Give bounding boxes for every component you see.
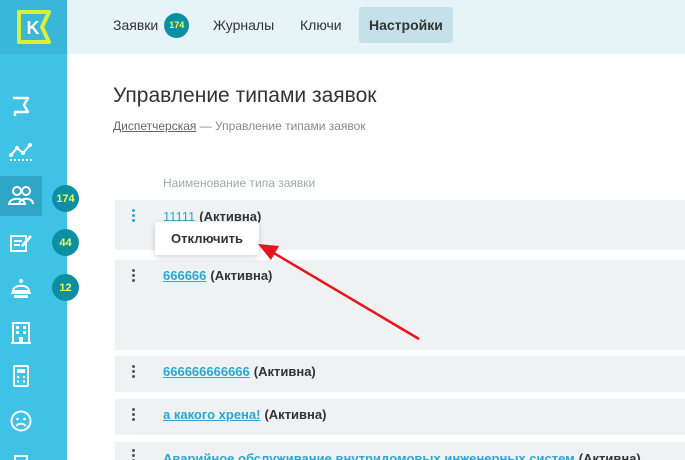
sidebar: K 174 44 12: [0, 0, 79, 460]
svg-text:K: K: [26, 18, 39, 38]
edit-icon: [10, 235, 32, 252]
building-icon: [11, 322, 31, 344]
sidebar-badge-journals: 44: [52, 229, 79, 256]
row-menu-icon[interactable]: [132, 449, 136, 460]
tab-requests[interactable]: Заявки 174: [103, 7, 199, 43]
tab-settings[interactable]: Настройки: [359, 7, 453, 43]
sidebar-item-bell[interactable]: [0, 270, 42, 306]
sidebar-badge-users: 174: [52, 185, 79, 212]
table-row: 666666 (Активна): [115, 260, 685, 350]
row-name-link[interactable]: Аварийное обслуживание внутридомовых инж…: [163, 451, 575, 460]
document-icon: [14, 455, 28, 460]
top-nav: Заявки 174 Журналы Ключи Настройки: [67, 0, 685, 54]
row-menu-icon[interactable]: [132, 408, 136, 421]
row-menu-icon[interactable]: [132, 269, 136, 282]
sidebar-item-flag[interactable]: [0, 88, 42, 124]
table-row: Аварийное обслуживание внутридомовых инж…: [115, 442, 685, 460]
row-status: (Активна): [253, 364, 316, 379]
breadcrumb-link-dispatcher[interactable]: Диспетчерская: [113, 119, 196, 133]
row-status: (Активна): [264, 407, 327, 422]
breadcrumb: Диспетчерская — Управление типами заявок: [113, 119, 366, 133]
tab-requests-badge: 174: [164, 12, 190, 38]
sidebar-item-building[interactable]: [0, 314, 42, 350]
sidebar-item-edit[interactable]: [0, 225, 42, 261]
table-row: а какого хрена! (Активна): [115, 399, 685, 435]
sidebar-badge-keys: 12: [52, 274, 79, 301]
disable-menu-item[interactable]: Отключить: [155, 222, 259, 255]
sidebar-item-users[interactable]: [0, 176, 42, 216]
tab-journals[interactable]: Журналы: [203, 7, 284, 43]
row-status: (Активна): [578, 451, 641, 460]
table-row: 666666666666 (Активна): [115, 356, 685, 392]
analytics-icon: [9, 143, 32, 161]
logo[interactable]: K: [0, 0, 67, 54]
row-menu-icon[interactable]: [132, 365, 136, 378]
calculator-icon: [13, 365, 29, 387]
bell-icon: [11, 279, 31, 298]
users-icon: [7, 186, 34, 205]
tab-journals-label: Журналы: [213, 17, 275, 33]
sad-face-icon: [10, 410, 32, 432]
breadcrumb-current: — Управление типами заявок: [196, 119, 366, 133]
row-name-link[interactable]: 666666666666: [163, 364, 250, 379]
sidebar-item-document[interactable]: [0, 446, 42, 460]
row-status: (Активна): [210, 268, 273, 283]
tab-settings-label: Настройки: [369, 17, 443, 33]
sidebar-item-analytics[interactable]: [0, 134, 42, 170]
sidebar-item-calculator[interactable]: [0, 358, 42, 394]
tab-requests-label: Заявки: [113, 17, 159, 33]
logo-icon: K: [16, 10, 51, 44]
row-name-link[interactable]: а какого хрена!: [163, 407, 260, 422]
tab-keys-label: Ключи: [300, 17, 342, 33]
row-menu-icon[interactable]: [132, 209, 136, 222]
page-title: Управление типами заявок: [113, 84, 377, 107]
column-header-type-name: Наименование типа заявки: [163, 176, 316, 190]
sidebar-item-feedback[interactable]: [0, 403, 42, 439]
tab-keys[interactable]: Ключи: [290, 7, 352, 43]
flag-icon: [13, 96, 30, 116]
row-name-link[interactable]: 666666: [163, 268, 206, 283]
